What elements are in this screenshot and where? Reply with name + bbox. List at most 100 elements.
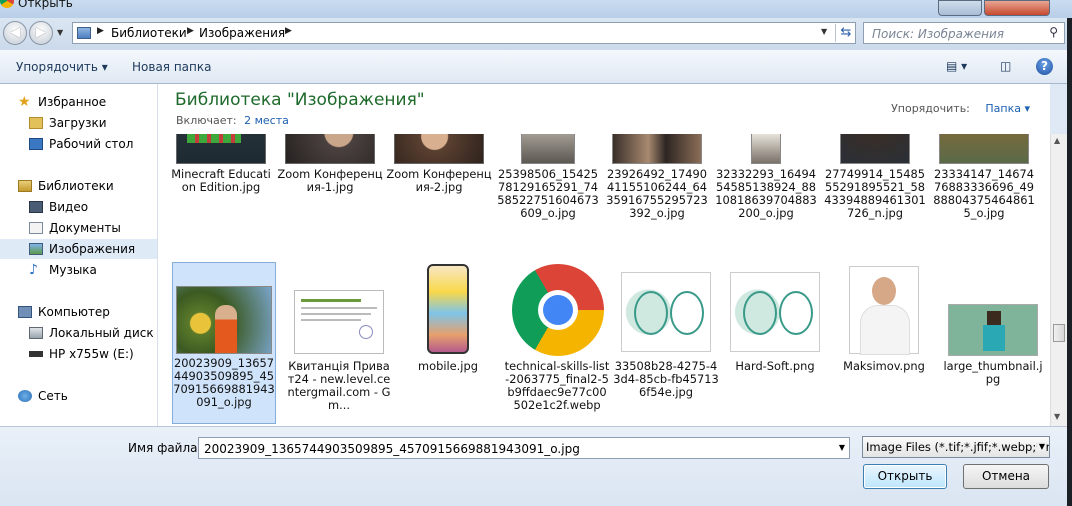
sidebar-item-desktop[interactable]: Рабочий стол <box>0 134 157 154</box>
chevron-right-icon[interactable]: ▶ <box>187 26 194 36</box>
sidebar-item-hp-drive[interactable]: HP x755w (E:) <box>0 344 157 364</box>
vertical-scrollbar[interactable]: ▲ ▼ <box>1050 134 1067 426</box>
music-note-icon: ♪ <box>29 262 38 278</box>
image-thumbnail <box>939 134 1029 164</box>
file-tile[interactable]: technical-skills-list-2063775_final2-5b9… <box>504 262 610 412</box>
image-thumbnail <box>840 134 910 164</box>
image-thumbnail <box>176 286 272 354</box>
new-folder-button[interactable]: Новая папка <box>132 60 211 74</box>
chevron-down-icon[interactable]: ▼ <box>1036 442 1045 451</box>
video-icon <box>29 201 43 213</box>
file-name: 27749914_1548555291895521_58433948894613… <box>824 167 926 220</box>
sidebar-item-computer[interactable]: Компьютер <box>0 302 157 322</box>
forward-button[interactable]: ▶ <box>29 21 53 45</box>
file-tile[interactable]: 23334147_1467476883336696_49888043754648… <box>931 134 1037 242</box>
filename-input[interactable] <box>202 440 826 458</box>
refresh-icon[interactable]: ⇆ <box>835 24 856 42</box>
search-icon[interactable]: ⚲ <box>1049 25 1058 39</box>
file-tile[interactable]: 25398506_1542578129165291_74585227516046… <box>495 134 601 242</box>
sidebar-item-documents[interactable]: Документы <box>0 218 157 238</box>
sidebar-item-favorites[interactable]: ★ Избранное <box>0 92 157 112</box>
back-button[interactable]: ◀ <box>3 21 27 45</box>
file-tile-selected[interactable]: 20023909_1365744903509895_45709156698819… <box>172 262 276 424</box>
local-disk-icon <box>29 327 43 339</box>
file-tile[interactable]: Hard-Soft.png <box>722 262 828 388</box>
file-name: mobile.jpg <box>418 359 478 373</box>
recent-pages-dropdown-icon[interactable]: ▼ <box>57 28 63 37</box>
removable-drive-icon <box>29 351 43 357</box>
sidebar-item-video[interactable]: Видео <box>0 197 157 217</box>
breadcrumb-images[interactable]: Изображения <box>199 26 285 40</box>
file-tile[interactable]: 32332293_1649454585138924_88108186397048… <box>713 134 819 242</box>
back-arrow-icon: ◀ <box>10 25 20 40</box>
file-type-value: Image Files (*.tif;*.jfif;*.webp;*.r <box>866 440 1050 454</box>
window-title: Открыть <box>18 0 73 10</box>
image-thumbnail <box>521 134 575 164</box>
network-icon <box>18 390 32 402</box>
file-tile[interactable]: 27749914_1548555291895521_58433948894613… <box>822 134 928 242</box>
organize-button[interactable]: Упорядочить ▾ <box>16 60 108 74</box>
file-type-select[interactable]: Image Files (*.tif;*.jfif;*.webp;*.r ▼ <box>862 436 1050 458</box>
image-thumbnail <box>948 304 1038 356</box>
cancel-button[interactable]: Отмена <box>963 464 1049 489</box>
sidebar-item-downloads[interactable]: Загрузки <box>0 113 157 133</box>
chevron-down-icon[interactable]: ▼ <box>839 443 845 452</box>
search-input[interactable] <box>870 25 1044 43</box>
file-name: 23926492_1749041155106244_64359167552957… <box>606 167 708 220</box>
address-bar[interactable]: ▶ Библиотеки ▶ Изображения ▶ ▼ ⇆ <box>72 22 856 44</box>
file-tile[interactable]: 23926492_1749041155106244_64359167552957… <box>604 134 710 242</box>
file-name: large_thumbnail.jpg <box>943 359 1043 386</box>
images-icon <box>29 243 43 255</box>
help-icon[interactable]: ? <box>1036 58 1053 75</box>
file-tile[interactable]: Minecraft Education Edition.jpg <box>168 134 274 242</box>
change-view-icon[interactable]: ▤ ▾ <box>946 59 967 73</box>
file-name: 25398506_1542578129165291_74585227516046… <box>497 167 599 220</box>
sidebar-item-network[interactable]: Сеть <box>0 386 157 406</box>
sidebar-item-label: Локальный диск (C <box>49 326 171 340</box>
file-tile[interactable]: large_thumbnail.jpg <box>940 262 1046 388</box>
star-icon: ★ <box>18 94 31 110</box>
scrollbar-thumb[interactable] <box>1053 324 1065 342</box>
file-tile[interactable]: 33508b28-4275-43d4-85cb-fb457136f54e.jpg <box>613 262 719 399</box>
scroll-up-icon[interactable]: ▲ <box>1054 136 1060 145</box>
minimize-button[interactable] <box>938 0 982 16</box>
chevron-right-icon[interactable]: ▶ <box>285 26 292 36</box>
file-tile[interactable]: Zoom Конференция-1.jpg <box>277 134 383 242</box>
file-name: 20023909_1365744903509895_45709156698819… <box>173 356 275 409</box>
sidebar-item-label: Рабочий стол <box>49 137 134 151</box>
image-thumbnail <box>612 134 702 164</box>
includes-label: Включает: <box>176 114 237 127</box>
file-tile[interactable]: Zoom Конференция-2.jpg <box>386 134 492 242</box>
file-name: technical-skills-list-2063775_final2-5b9… <box>504 359 610 412</box>
close-button[interactable] <box>984 0 1050 16</box>
sidebar-item-music[interactable]: ♪ Музыка <box>0 260 157 280</box>
open-button[interactable]: Открыть <box>863 464 947 489</box>
file-tile[interactable]: Maksimov.png <box>831 262 937 388</box>
address-dropdown-icon[interactable]: ▼ <box>821 27 827 36</box>
library-includes: Включает: 2 места <box>176 114 289 127</box>
image-thumbnail <box>176 134 266 164</box>
sidebar-item-images[interactable]: Изображения <box>0 239 157 259</box>
search-box[interactable]: ⚲ <box>863 22 1065 44</box>
breadcrumb-libraries[interactable]: Библиотеки <box>111 26 187 40</box>
file-name: Minecraft Education Edition.jpg <box>171 167 271 194</box>
sidebar-item-libraries[interactable]: Библиотеки <box>0 176 157 196</box>
sidebar-item-label: Избранное <box>38 95 107 109</box>
filename-field[interactable]: ▼ <box>198 437 850 459</box>
sidebar-item-local-disk[interactable]: Локальный диск (C <box>0 323 170 343</box>
chevron-right-icon[interactable]: ▶ <box>97 26 104 36</box>
file-tile[interactable]: mobile.jpg <box>395 262 501 388</box>
chrome-app-icon <box>0 0 14 8</box>
file-name: 23334147_1467476883336696_49888043754648… <box>933 167 1035 220</box>
sidebar-item-label: Библиотеки <box>38 179 114 193</box>
documents-icon <box>29 222 43 234</box>
chrome-logo-icon <box>512 264 604 356</box>
preview-pane-icon[interactable]: ◫ <box>1000 59 1011 73</box>
locations-link[interactable]: 2 места <box>244 114 289 127</box>
sidebar-item-label: Изображения <box>49 242 136 256</box>
scroll-down-icon[interactable]: ▼ <box>1054 412 1060 421</box>
arrange-by-dropdown[interactable]: Папка ▾ <box>985 102 1030 115</box>
file-list-pane: Библиотека "Изображения" Включает: 2 мес… <box>158 84 1050 426</box>
file-tile[interactable]: Квитанція Приват24 - new.level.centergma… <box>286 262 392 412</box>
phone-thumbnail <box>427 264 469 354</box>
